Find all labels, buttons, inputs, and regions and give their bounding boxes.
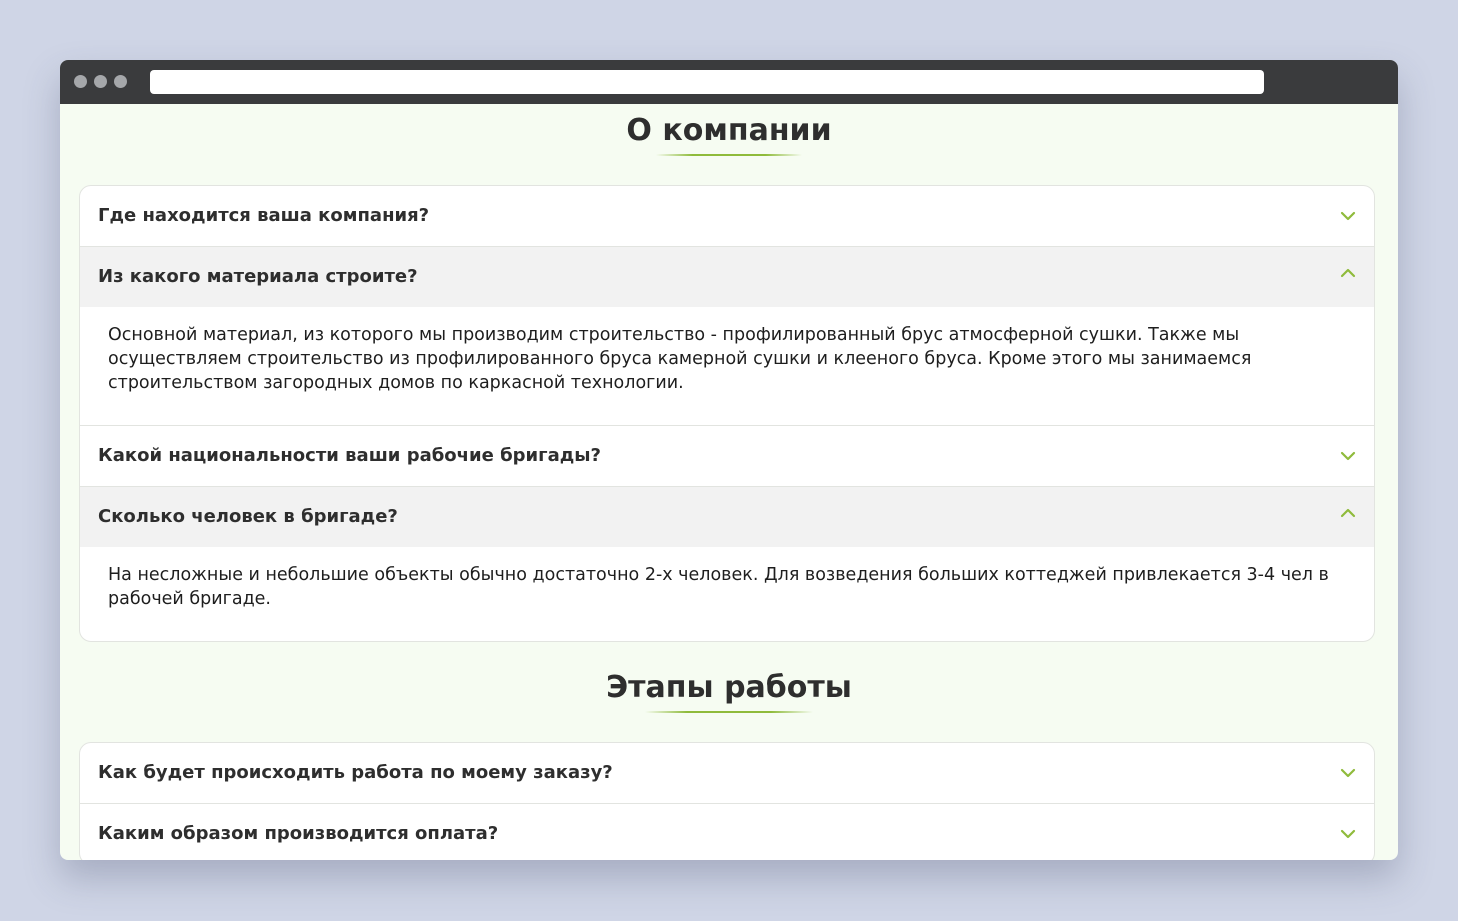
page-content: О компании Где находится ваша компания? … <box>60 104 1398 860</box>
browser-window: О компании Где находится ваша компания? … <box>60 60 1398 860</box>
chevron-down-icon[interactable] <box>1340 448 1356 464</box>
faq-item: Сколько человек в бригаде? На несложные … <box>80 486 1374 641</box>
faq-accordion: Как будет происходить работа по моему за… <box>79 742 1375 860</box>
chevron-down-icon[interactable] <box>1340 826 1356 842</box>
faq-question[interactable]: Сколько человек в бригаде? <box>80 487 1374 547</box>
faq-answer: Основной материал, из которого мы произв… <box>108 325 1252 393</box>
faq-question-text: Где находится ваша компания? <box>98 205 430 226</box>
chevron-down-icon[interactable] <box>1340 208 1356 224</box>
browser-titlebar <box>60 60 1398 104</box>
faq-answer: На несложные и небольшие объекты обычно … <box>108 565 1329 609</box>
window-dot-icon[interactable] <box>94 75 107 88</box>
faq-question[interactable]: Из какого материала строите? <box>80 247 1374 307</box>
faq-question[interactable]: Где находится ваша компания? <box>80 186 1374 246</box>
faq-item: Какой национальности ваши рабочие бригад… <box>80 425 1374 486</box>
faq-question[interactable]: Какой национальности ваши рабочие бригад… <box>80 426 1374 486</box>
faq-accordion: Где находится ваша компания? Из какого м… <box>79 185 1375 642</box>
faq-question[interactable]: Как будет происходить работа по моему за… <box>80 743 1374 803</box>
window-dot-icon[interactable] <box>114 75 127 88</box>
faq-question-text: Какой национальности ваши рабочие бригад… <box>98 445 601 466</box>
chevron-down-icon[interactable] <box>1340 765 1356 781</box>
address-bar[interactable] <box>150 70 1264 94</box>
faq-question-text: Сколько человек в бригаде? <box>98 506 398 527</box>
faq-item: Как будет происходить работа по моему за… <box>80 743 1374 803</box>
chevron-up-icon[interactable] <box>1340 505 1356 521</box>
faq-item: Где находится ваша компания? <box>80 186 1374 246</box>
chevron-up-icon[interactable] <box>1340 265 1356 281</box>
faq-question-text: Из какого материала строите? <box>98 266 418 287</box>
section-heading: О компании <box>60 116 1398 156</box>
title-underline <box>645 711 813 713</box>
section-title: О компании <box>626 113 832 148</box>
faq-question-text: Каким образом производится оплата? <box>98 823 499 844</box>
faq-question[interactable]: Каким образом производится оплата? <box>80 804 1374 860</box>
section-heading: Этапы работы <box>60 673 1398 713</box>
title-underline <box>656 154 802 156</box>
window-dot-icon[interactable] <box>74 75 87 88</box>
faq-item: Из какого материала строите? Основной ма… <box>80 246 1374 425</box>
faq-item: Каким образом производится оплата? <box>80 803 1374 860</box>
faq-question-text: Как будет происходить работа по моему за… <box>98 762 613 783</box>
section-title: Этапы работы <box>606 670 852 705</box>
